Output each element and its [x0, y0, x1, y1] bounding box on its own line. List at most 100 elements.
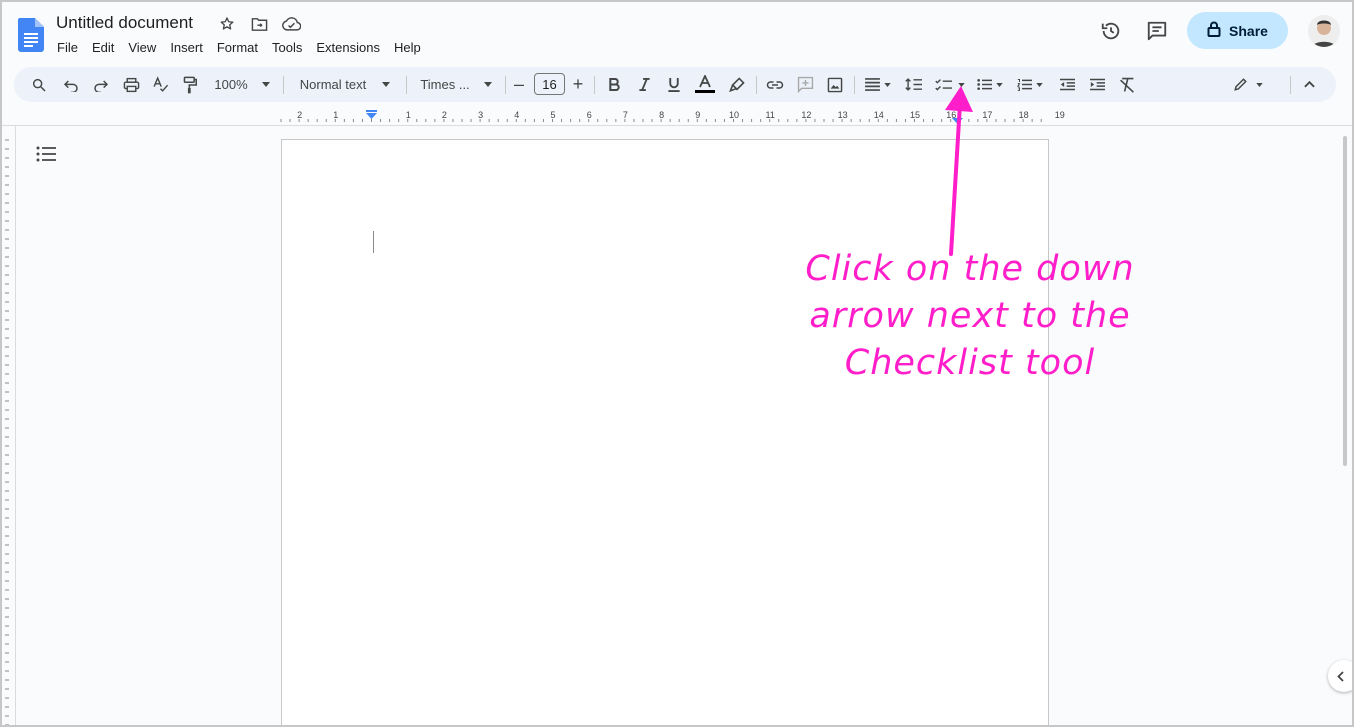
ruler-label: 12: [801, 110, 811, 120]
style-value: Normal text: [299, 77, 367, 92]
decrease-font-size-button[interactable]: –: [512, 67, 526, 102]
lock-icon: [1207, 21, 1221, 40]
docs-logo-icon[interactable]: [18, 18, 44, 52]
chevron-down-icon: [996, 82, 1003, 87]
menu-extensions[interactable]: Extensions: [309, 38, 387, 57]
underline-icon[interactable]: [664, 67, 684, 102]
outline-icon[interactable]: [36, 146, 58, 164]
divider: [1290, 76, 1291, 94]
menu-insert[interactable]: Insert: [163, 38, 210, 57]
ruler-label: 18: [1019, 110, 1029, 120]
bulleted-list-icon[interactable]: [974, 67, 1006, 102]
divider: [406, 76, 407, 94]
share-label: Share: [1229, 22, 1268, 39]
ruler-label: 13: [838, 110, 848, 120]
zoom-select[interactable]: 100%: [210, 67, 274, 102]
chevron-down-icon: [1256, 82, 1263, 87]
menu-bar: File Edit View Insert Format Tools Exten…: [50, 38, 428, 57]
undo-icon[interactable]: [60, 67, 82, 102]
insert-image-icon[interactable]: [824, 67, 846, 102]
annotation-line: Click on the down: [805, 249, 1135, 289]
text-color-icon[interactable]: [694, 67, 716, 102]
menu-edit[interactable]: Edit: [85, 38, 121, 57]
chevron-down-icon: [483, 82, 492, 87]
ruler-label: 3: [478, 110, 483, 120]
chevron-down-icon: [957, 82, 965, 87]
document-title[interactable]: Untitled document: [56, 13, 193, 33]
italic-icon[interactable]: [634, 67, 654, 102]
side-panel-toggle-button[interactable]: [1328, 660, 1354, 692]
formatting-toolbar: 100% Normal text Times ... – 16 +: [14, 67, 1336, 102]
move-folder-icon[interactable]: [248, 14, 270, 34]
ruler-label: 2: [297, 110, 302, 120]
checklist-icon[interactable]: [932, 67, 954, 102]
ruler-label: 19: [1055, 110, 1065, 120]
bold-icon[interactable]: [604, 67, 624, 102]
comments-icon[interactable]: [1139, 13, 1175, 49]
ruler-label: 6: [587, 110, 592, 120]
divider: [756, 76, 757, 94]
chevron-down-icon: [261, 82, 270, 87]
star-icon[interactable]: [216, 14, 238, 34]
avatar[interactable]: [1308, 14, 1340, 47]
left-indent-marker[interactable]: [366, 113, 377, 119]
menu-file[interactable]: File: [50, 38, 85, 57]
ruler-label: 4: [514, 110, 519, 120]
zoom-value: 100%: [214, 77, 248, 92]
scrollbar[interactable]: [1343, 136, 1347, 466]
align-icon[interactable]: [862, 67, 894, 102]
ruler-label: 11: [766, 110, 775, 120]
increase-font-size-button[interactable]: +: [571, 67, 585, 102]
font-size-input[interactable]: 16: [534, 73, 565, 95]
line-spacing-icon[interactable]: [902, 67, 924, 102]
title-bar: Untitled document File Edit View Insert …: [0, 0, 1354, 64]
ruler-label: 14: [874, 110, 884, 120]
ruler-label: 10: [729, 110, 739, 120]
ruler-label: 2: [442, 110, 447, 120]
share-button[interactable]: Share: [1187, 12, 1288, 49]
menu-help[interactable]: Help: [387, 38, 428, 57]
annotation-text: Click on the down arrow next to the Chec…: [790, 246, 1150, 387]
spellcheck-icon[interactable]: [149, 67, 171, 102]
first-line-indent-marker[interactable]: [366, 110, 377, 112]
ruler-label: 8: [659, 110, 664, 120]
chevron-down-icon: [1036, 82, 1043, 87]
numbered-list-icon[interactable]: [1014, 67, 1046, 102]
checklist-dropdown-arrow[interactable]: [956, 67, 966, 102]
ruler-label: 15: [910, 110, 920, 120]
link-icon[interactable]: [764, 67, 786, 102]
editing-mode-icon[interactable]: [1228, 67, 1268, 102]
font-value: Times ...: [420, 77, 470, 92]
divider: [283, 76, 284, 94]
ruler-label: 9: [695, 110, 700, 120]
print-icon[interactable]: [120, 67, 142, 102]
collapse-icon[interactable]: [1298, 67, 1320, 102]
style-select[interactable]: Normal text: [294, 67, 396, 102]
increase-indent-icon[interactable]: [1086, 67, 1108, 102]
right-indent-marker[interactable]: [952, 118, 963, 124]
history-icon[interactable]: [1093, 13, 1129, 49]
vertical-ruler[interactable]: [0, 126, 16, 727]
horizontal-ruler[interactable]: 2 1 1 2 3 4 5 6 7 8 9 10 11 12 13 14 15 16 17 18 19: [0, 106, 1354, 126]
annotation-line: Checklist tool: [844, 343, 1096, 383]
chevron-down-icon: [382, 82, 391, 87]
menu-format[interactable]: Format: [210, 38, 265, 57]
ruler-label: 1: [406, 110, 411, 120]
add-comment-icon[interactable]: [794, 67, 816, 102]
font-select[interactable]: Times ...: [416, 67, 496, 102]
decrease-indent-icon[interactable]: [1056, 67, 1078, 102]
menu-view[interactable]: View: [121, 38, 163, 57]
annotation-line: arrow next to the: [809, 296, 1131, 336]
ruler-label: 7: [623, 110, 628, 120]
highlight-icon[interactable]: [726, 67, 748, 102]
text-cursor: [373, 231, 374, 253]
divider: [854, 76, 855, 94]
ruler-label: 1: [333, 110, 338, 120]
search-icon[interactable]: [28, 67, 50, 102]
cloud-status-icon[interactable]: [280, 14, 302, 34]
paint-format-icon[interactable]: [179, 67, 201, 102]
menu-tools[interactable]: Tools: [265, 38, 309, 57]
document-page[interactable]: [281, 139, 1049, 727]
redo-icon[interactable]: [90, 67, 112, 102]
clear-formatting-icon[interactable]: [1116, 67, 1138, 102]
